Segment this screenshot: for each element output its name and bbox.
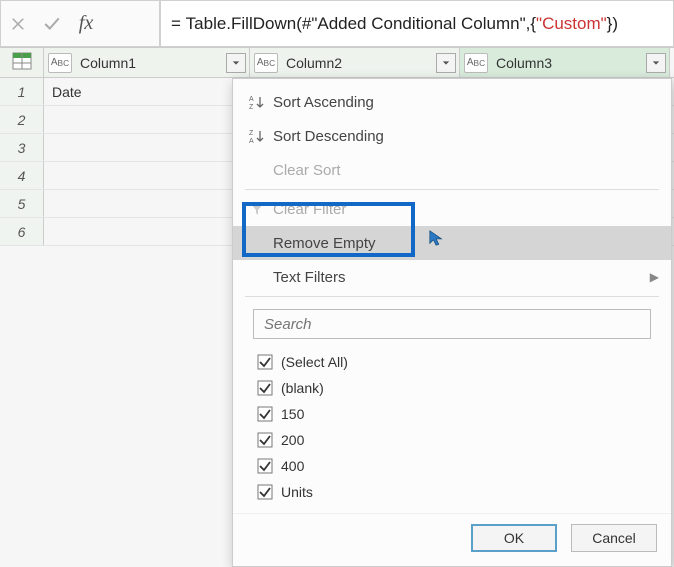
filter-dropdown-panel: AZ Sort Ascending ZA Sort Descending Cle… xyxy=(232,78,672,567)
cell[interactable] xyxy=(44,134,250,161)
check-label: 200 xyxy=(281,432,304,448)
datatype-icon[interactable]: ABC xyxy=(48,53,72,73)
dialog-buttons: OK Cancel xyxy=(233,513,671,566)
formula-bar: fx = Table.FillDown(#"Added Conditional … xyxy=(0,0,674,48)
check-label: (blank) xyxy=(281,380,324,396)
menu-label: Sort Ascending xyxy=(273,94,374,111)
row-number[interactable]: 1 xyxy=(0,78,44,105)
submenu-arrow-icon: ▶ xyxy=(650,270,659,284)
datatype-icon[interactable]: ABC xyxy=(464,53,488,73)
cancel-formula-button[interactable] xyxy=(1,1,35,47)
svg-text:Z: Z xyxy=(249,104,254,110)
sort-ascending-item[interactable]: AZ Sort Ascending xyxy=(233,85,671,119)
cell[interactable]: Date xyxy=(44,78,250,105)
search-input-wrap xyxy=(253,309,651,339)
svg-text:A: A xyxy=(249,96,254,103)
formula-tools: fx xyxy=(0,0,160,47)
menu-separator xyxy=(245,296,659,297)
cell[interactable] xyxy=(44,218,250,245)
cell[interactable] xyxy=(44,190,250,217)
sort-desc-icon: ZA xyxy=(249,128,273,144)
check-label: Units xyxy=(281,484,313,500)
menu-label: Sort Descending xyxy=(273,128,384,145)
search-input[interactable] xyxy=(262,315,642,334)
formula-end: }) xyxy=(607,14,618,34)
column-label: Column3 xyxy=(488,55,646,71)
sort-descending-item[interactable]: ZA Sort Descending xyxy=(233,119,671,153)
menu-separator xyxy=(245,189,659,190)
check-label: (Select All) xyxy=(281,354,348,370)
filter-checklist: (Select All) (blank) 150 200 400 Units xyxy=(253,339,651,509)
ok-button[interactable]: OK xyxy=(471,524,557,552)
row-number[interactable]: 4 xyxy=(0,162,44,189)
formula-input[interactable]: = Table.FillDown(#"Added Conditional Col… xyxy=(160,0,674,47)
cell[interactable] xyxy=(44,162,250,189)
column-header-3[interactable]: ABC Column3 xyxy=(460,48,670,77)
select-all-corner[interactable] xyxy=(0,48,44,77)
formula-mid: (#"Added Conditional Column",{ xyxy=(296,14,536,34)
remove-empty-item[interactable]: Remove Empty xyxy=(233,226,671,260)
sort-asc-icon: AZ xyxy=(249,94,273,110)
row-number[interactable]: 6 xyxy=(0,218,44,245)
column-label: Column2 xyxy=(278,55,436,71)
filter-dropdown-button[interactable] xyxy=(436,53,456,73)
accept-formula-button[interactable] xyxy=(35,1,69,47)
cursor-icon xyxy=(428,229,446,252)
cancel-button[interactable]: Cancel xyxy=(571,524,657,552)
table-icon xyxy=(12,52,32,73)
check-label: 150 xyxy=(281,406,304,422)
column-header-1[interactable]: ABC Column1 xyxy=(44,48,250,77)
clear-filter-item: Clear Filter xyxy=(233,192,671,226)
column-label: Column1 xyxy=(72,55,226,71)
filter-check-item[interactable]: 400 xyxy=(257,453,647,479)
menu-label: Clear Filter xyxy=(273,201,346,218)
menu-label: Remove Empty xyxy=(273,235,376,252)
formula-prefix: = xyxy=(171,14,186,34)
filter-check-select-all[interactable]: (Select All) xyxy=(257,349,647,375)
menu-label: Clear Sort xyxy=(273,162,341,179)
menu-label: Text Filters xyxy=(273,269,346,286)
filter-check-blank[interactable]: (blank) xyxy=(257,375,647,401)
fx-icon[interactable]: fx xyxy=(69,1,103,47)
filter-icon xyxy=(249,201,273,217)
formula-func: Table.FillDown xyxy=(186,14,297,34)
svg-text:A: A xyxy=(249,138,254,144)
filter-values-box: (Select All) (blank) 150 200 400 Units xyxy=(233,299,671,513)
filter-dropdown-button[interactable] xyxy=(226,53,246,73)
filter-check-item[interactable]: 200 xyxy=(257,427,647,453)
row-number[interactable]: 3 xyxy=(0,134,44,161)
cell[interactable] xyxy=(44,106,250,133)
clear-sort-item: Clear Sort xyxy=(233,153,671,187)
svg-text:Z: Z xyxy=(249,130,254,137)
filter-check-item[interactable]: Units xyxy=(257,479,647,505)
formula-col: "Custom" xyxy=(536,14,607,34)
row-number[interactable]: 2 xyxy=(0,106,44,133)
filter-dropdown-button[interactable] xyxy=(646,53,666,73)
sort-filter-menu: AZ Sort Ascending ZA Sort Descending Cle… xyxy=(233,79,671,297)
row-number[interactable]: 5 xyxy=(0,190,44,217)
filter-check-item[interactable]: 150 xyxy=(257,401,647,427)
check-label: 400 xyxy=(281,458,304,474)
column-header-2[interactable]: ABC Column2 xyxy=(250,48,460,77)
text-filters-item[interactable]: Text Filters ▶ xyxy=(233,260,671,294)
datatype-icon[interactable]: ABC xyxy=(254,53,278,73)
column-headers: ABC Column1 ABC Column2 ABC Column3 xyxy=(0,48,674,78)
